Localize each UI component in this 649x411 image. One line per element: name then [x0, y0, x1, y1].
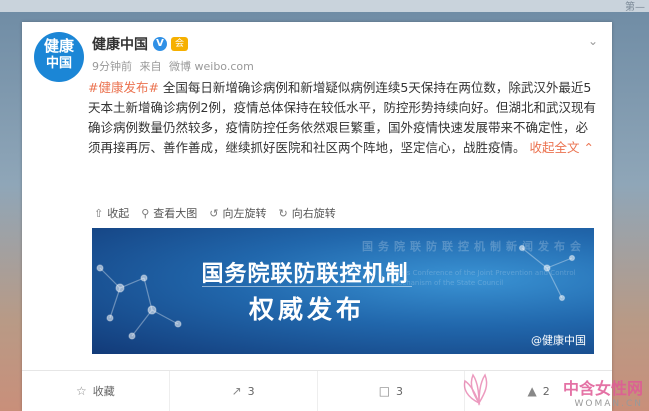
like-count: 2	[542, 384, 550, 398]
hashtag-link[interactable]: #健康发布#	[88, 80, 159, 95]
rotate-right-label: 向右旋转	[291, 207, 336, 220]
comment-count: 3	[396, 384, 404, 398]
banner-title: 国务院联防联控机制	[201, 262, 409, 287]
flower-logo-icon	[463, 373, 488, 406]
rotate-left-label: 向左旋转	[222, 207, 267, 220]
banner-divider	[202, 286, 412, 287]
collapse-label: 收起	[107, 207, 130, 220]
banner-background-text: 国务院联防联控机制新闻发布会	[362, 240, 586, 253]
weibo-post-card: 健康 中国 健康中国 V 会 ⌄ 9分钟前 来自 微博 weibo.com #健…	[22, 22, 612, 411]
rotate-left-button[interactable]: ↺ 向左旋转	[209, 205, 266, 221]
post-meta: 9分钟前 来自 微博 weibo.com	[92, 58, 258, 74]
avatar-text-top: 健康	[43, 37, 74, 55]
avatar-text-bottom: 中国	[45, 56, 72, 71]
comment-icon: □	[378, 384, 391, 398]
collapse-button[interactable]: ⇧ 收起	[94, 205, 129, 221]
site-watermark-main: 中含女性网	[562, 379, 643, 398]
share-button[interactable]: ↗ 3	[170, 371, 318, 411]
media-toolbar: ⇧ 收起 ⚲ 查看大图 ↺ 向左旋转 ↻ 向右旋转	[94, 205, 348, 221]
post-image[interactable]: 国务院联防联控机制新闻发布会 Press Conference of the J…	[92, 228, 594, 354]
banner-subtitle: 权威发布	[248, 295, 365, 324]
collapse-icon: ⇧	[94, 206, 104, 220]
source-label: 来自	[139, 60, 162, 73]
author-row: 健康中国 V 会	[92, 34, 188, 54]
collapse-full-text-link[interactable]: 收起全文 ⌃	[526, 140, 593, 155]
site-watermark-sub: WOMAN.CN	[574, 399, 643, 409]
banner-background-text-en: Press Conference of the Joint Prevention…	[392, 269, 576, 287]
chevron-down-icon[interactable]: ⌄	[588, 34, 598, 48]
rotate-left-icon: ↺	[209, 206, 219, 220]
favorite-button[interactable]: ☆ 收藏	[22, 371, 170, 411]
comment-button[interactable]: □ 3	[318, 371, 466, 411]
verified-icon[interactable]: V	[153, 37, 167, 51]
star-icon: ☆	[75, 384, 87, 398]
view-large-label: 查看大图	[153, 207, 198, 220]
view-large-button[interactable]: ⚲ 查看大图	[141, 205, 197, 221]
avatar[interactable]: 健康 中国	[34, 32, 84, 82]
member-icon[interactable]: 会	[171, 37, 188, 51]
post-body: 全国每日新增确诊病例和新增疑似病例连续5天保持在两位数，除武汉外最近5天本土新增…	[88, 80, 596, 155]
site-watermark: 中含女性网 WOMAN.CN	[563, 375, 643, 409]
image-watermark: @健康中国	[531, 334, 586, 347]
zoom-icon: ⚲	[141, 206, 150, 220]
post-action-bar: ☆ 收藏 ↗ 3 □ 3 ▲ 2	[22, 370, 612, 411]
post-time[interactable]: 9分钟前	[92, 60, 132, 73]
background-top-strip: 第—	[0, 0, 649, 13]
favorite-label: 收藏	[92, 385, 115, 398]
share-count: 3	[247, 384, 255, 398]
rotate-right-button[interactable]: ↻ 向右旋转	[279, 205, 336, 221]
post-source[interactable]: 微博 weibo.com	[169, 60, 254, 73]
top-edge-text: 第—	[625, 2, 645, 13]
share-icon: ↗	[231, 384, 242, 398]
rotate-right-icon: ↻	[278, 206, 288, 220]
author-name[interactable]: 健康中国	[92, 34, 148, 54]
post-content: #健康发布# 全国每日新增确诊病例和新增疑似病例连续5天保持在两位数，除武汉外最…	[88, 78, 598, 158]
like-icon: ▲	[527, 384, 537, 398]
